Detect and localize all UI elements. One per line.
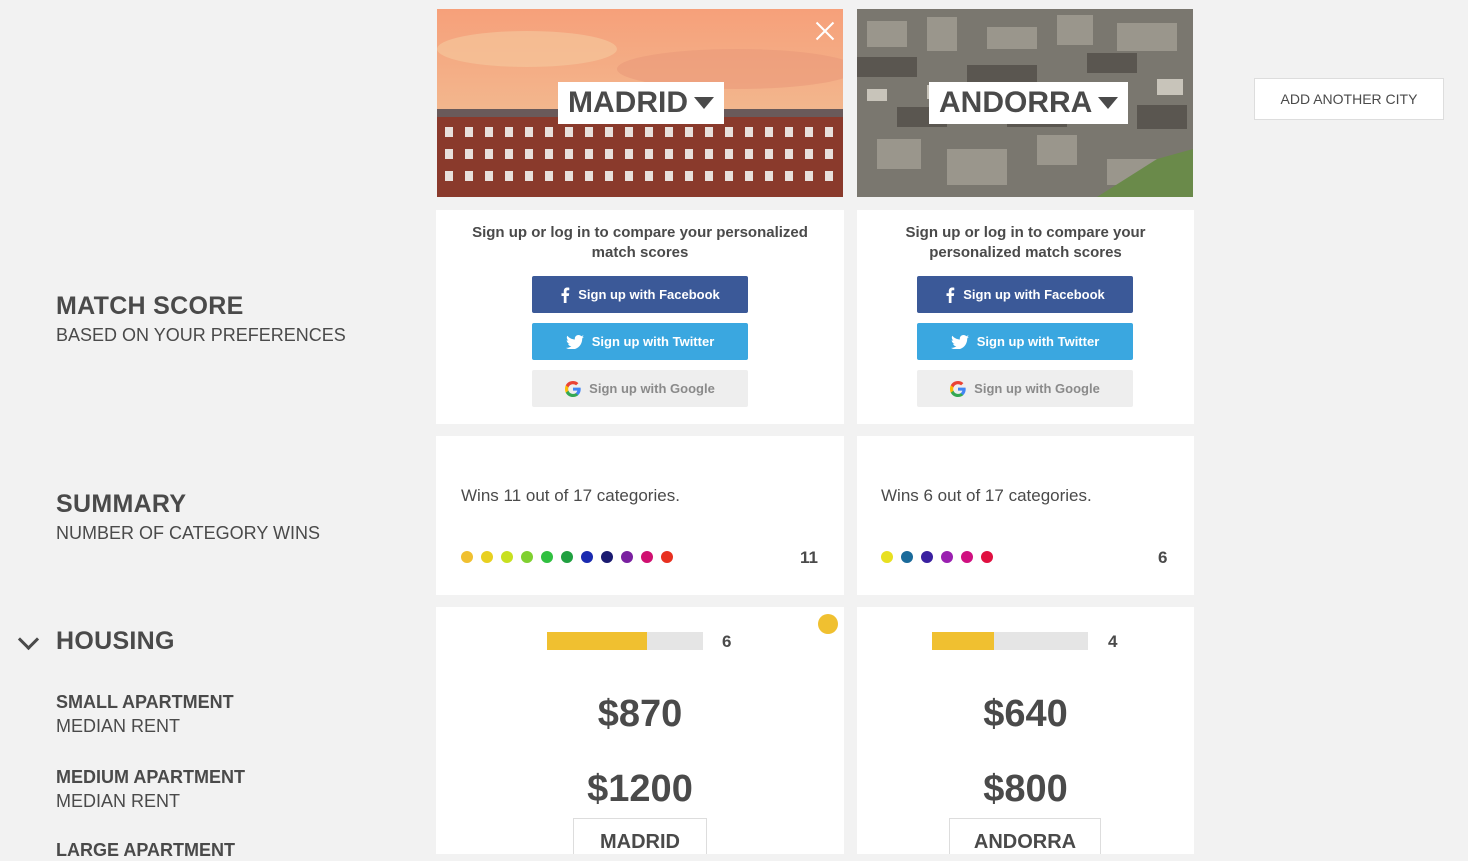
andorra-small-apartment-rent: $640	[983, 693, 1068, 735]
category-win-dot	[941, 551, 953, 563]
match-score-subtitle: BASED ON YOUR PREFERENCES	[56, 325, 346, 345]
small-apartment-subtitle: MEDIAN RENT	[56, 716, 181, 736]
signup-twitter-button[interactable]: Sign up with Twitter	[532, 323, 748, 360]
andorra-housing-card: 4 $640 $800 ANDORRA	[857, 607, 1194, 854]
category-win-dot	[901, 551, 913, 563]
medium-apartment-title: MEDIUM APARTMENT	[56, 767, 245, 787]
match-score-title: MATCH SCORE	[56, 292, 244, 320]
signup-twitter-button[interactable]: Sign up with Twitter	[917, 323, 1133, 360]
summary-subtitle: NUMBER OF CATEGORY WINS	[56, 523, 321, 543]
category-win-dot	[921, 551, 933, 563]
large-apartment-title: LARGE APARTMENT	[56, 840, 235, 860]
twitter-icon	[950, 334, 969, 349]
signup-google-button[interactable]: Sign up with Google	[917, 370, 1133, 407]
signup-twitter-label: Sign up with Twitter	[976, 334, 1100, 349]
category-win-dot	[461, 551, 473, 563]
small-apartment-title: SMALL APARTMENT	[56, 692, 234, 712]
category-win-dot	[561, 551, 573, 563]
housing-title[interactable]: HOUSING	[56, 627, 175, 656]
andorra-city-name: ANDORRA	[939, 86, 1093, 119]
madrid-housing-score-fill	[547, 632, 647, 650]
andorra-wins-count: 6	[1158, 548, 1168, 567]
dropdown-arrow-icon	[694, 97, 714, 109]
medium-apartment-subtitle: MEDIAN RENT	[56, 791, 181, 811]
category-win-dot	[481, 551, 493, 563]
madrid-wins-text: Wins 11 out of 17 categories.	[461, 486, 680, 505]
madrid-match-score-card: Sign up or log in to compare your person…	[436, 210, 844, 424]
andorra-summary-card: Wins 6 out of 17 categories. 6	[857, 436, 1194, 595]
madrid-summary-card: Wins 11 out of 17 categories. 11	[436, 436, 844, 595]
andorra-medium-apartment-rent: $800	[983, 768, 1068, 810]
category-win-dot	[641, 551, 653, 563]
summary-title: SUMMARY	[56, 490, 187, 518]
category-win-dot	[501, 551, 513, 563]
close-icon[interactable]	[815, 21, 835, 41]
signup-google-button[interactable]: Sign up with Google	[532, 370, 748, 407]
twitter-icon	[565, 334, 584, 349]
facebook-icon	[561, 287, 570, 303]
signup-facebook-button[interactable]: Sign up with Facebook	[532, 276, 748, 313]
signup-twitter-label: Sign up with Twitter	[591, 334, 715, 349]
andorra-housing-score-bar	[932, 632, 1088, 650]
signup-prompt: Sign up or log in to compare your person…	[472, 224, 808, 261]
madrid-medium-apartment-rent: $1200	[587, 768, 693, 810]
madrid-header-image: MADRID	[437, 9, 843, 197]
andorra-housing-score-fill	[932, 632, 995, 650]
madrid-housing-card: 6 $870 $1200 MADRID	[436, 607, 844, 854]
google-icon	[565, 380, 581, 397]
madrid-small-apartment-rent: $870	[597, 693, 683, 735]
madrid-wins-count: 11	[800, 548, 818, 567]
signup-facebook-button[interactable]: Sign up with Facebook	[917, 276, 1133, 313]
category-win-dot	[661, 551, 673, 563]
madrid-housing-score-bar	[547, 632, 703, 650]
facebook-icon	[946, 287, 955, 303]
madrid-housing-score: 6	[722, 632, 732, 651]
andorra-housing-score: 4	[1108, 632, 1118, 651]
add-another-city-button[interactable]: ADD ANOTHER CITY	[1254, 78, 1444, 120]
andorra-city-selector[interactable]: ANDORRA	[929, 82, 1129, 124]
signup-google-label: Sign up with Google	[974, 381, 1100, 396]
signup-facebook-label: Sign up with Facebook	[963, 287, 1105, 302]
category-win-dot	[601, 551, 613, 563]
category-win-dot	[521, 551, 533, 563]
google-icon	[950, 380, 966, 397]
andorra-sticky-city-label: ANDORRA	[949, 818, 1101, 854]
signup-facebook-label: Sign up with Facebook	[578, 287, 720, 302]
signup-prompt: Sign up or log in to compare your person…	[905, 224, 1146, 261]
madrid-sticky-city-label: MADRID	[573, 818, 707, 854]
madrid-win-dots	[461, 551, 673, 563]
madrid-city-name: MADRID	[568, 86, 688, 119]
signup-google-label: Sign up with Google	[589, 381, 715, 396]
category-win-dot	[621, 551, 633, 563]
andorra-win-dots	[881, 551, 993, 563]
category-win-dot	[961, 551, 973, 563]
category-win-dot	[881, 551, 893, 563]
andorra-header-image: ANDORRA	[857, 9, 1193, 197]
housing-collapse-chevron-icon[interactable]	[17, 628, 40, 651]
madrid-city-selector[interactable]: MADRID	[558, 82, 724, 124]
dropdown-arrow-icon	[1098, 97, 1119, 109]
andorra-match-score-card: Sign up or log in to compare your person…	[857, 210, 1194, 424]
category-win-dot	[981, 551, 993, 563]
madrid-housing-winner-dot	[818, 614, 838, 634]
andorra-wins-text: Wins 6 out of 17 categories.	[881, 486, 1092, 505]
category-win-dot	[581, 551, 593, 563]
category-win-dot	[541, 551, 553, 563]
